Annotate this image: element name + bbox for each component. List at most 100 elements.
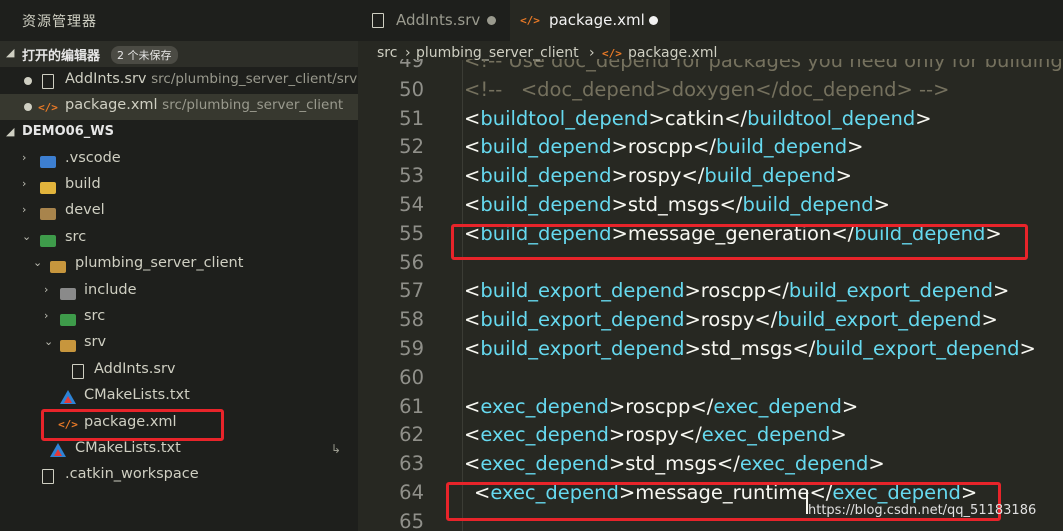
code-line[interactable]: <build_depend>std_msgs</build_depend> — [464, 193, 890, 216]
tree-item-label: include — [84, 282, 137, 298]
open-editor-name: package.xml — [65, 97, 158, 113]
line-number: 62 — [399, 423, 424, 447]
file-icon — [40, 73, 56, 89]
tab-package-xml[interactable]: </> package.xml — [510, 0, 670, 41]
tree-item-label: src — [65, 229, 87, 245]
xml-file-icon: </> — [38, 100, 58, 114]
tag-name: exec_depend — [480, 394, 609, 418]
chevron-down-icon: ◢ — [6, 46, 15, 59]
code-line[interactable]: <!-- <doc_depend>doxygen</doc_depend> --… — [464, 78, 949, 101]
line-number: 55 — [399, 221, 424, 245]
indent-guide — [462, 60, 463, 531]
code-line[interactable]: <exec_depend>rospy</exec_depend> — [464, 423, 847, 446]
tree-item-catkin-workspace[interactable]: .catkin_workspace — [0, 463, 358, 489]
tree-item-src-inner[interactable]: › src — [0, 305, 358, 331]
code-line[interactable]: <exec_depend>roscpp</exec_depend> — [464, 395, 858, 418]
tag-name: build_export_depend — [788, 279, 993, 303]
tab-label: package.xml — [549, 11, 645, 29]
open-editor-item-addints[interactable]: AddInts.srv src/plumbing_server_client/s… — [0, 68, 358, 94]
angle-bracket: </ — [681, 164, 705, 188]
tab-label: AddInts.srv — [396, 11, 481, 29]
angle-bracket: > — [830, 423, 847, 447]
tag-name: build_depend — [704, 164, 836, 188]
code-line[interactable]: <build_export_depend>roscpp</build_expor… — [464, 279, 1009, 302]
line-number: 52 — [399, 135, 424, 159]
line-number: 53 — [399, 164, 424, 188]
highlight-box — [41, 409, 224, 441]
tree-item-plumbing-server-client[interactable]: ⌄ plumbing_server_client — [0, 252, 358, 278]
code-line[interactable]: <build_export_depend>std_msgs</build_exp… — [464, 337, 1036, 360]
tree-item-cmakelists-inner[interactable]: CMakeLists.txt — [0, 384, 358, 410]
tag-name: build_depend — [480, 135, 612, 159]
angle-bracket: </ — [693, 135, 716, 159]
code-editor[interactable]: 49 <!-- Use doc_depend for packages you n… — [358, 59, 1063, 531]
line-number: 54 — [399, 193, 424, 216]
tag-name: build_export_depend — [480, 279, 685, 303]
angle-bracket: > — [684, 308, 701, 332]
tree-item-src[interactable]: ⌄ src — [0, 226, 358, 252]
tag-name: build_export_depend — [480, 308, 685, 332]
tab-addints-srv[interactable]: AddInts.srv — [358, 0, 510, 41]
workspace-section-header[interactable]: ◢ DEMO06_WS — [0, 120, 358, 146]
tag-value: roscpp — [625, 394, 691, 418]
open-editors-label: 打开的编辑器 — [22, 49, 101, 64]
comment-text: <!-- Use doc_depend for packages you nee… — [464, 59, 1063, 72]
tree-item-build[interactable]: › build — [0, 173, 358, 199]
highlight-box — [451, 224, 1028, 260]
tree-item-label: src — [84, 308, 106, 324]
tree-item-label: .catkin_workspace — [65, 466, 199, 482]
tag-name: build_depend — [715, 135, 848, 159]
code-line[interactable]: <build_export_depend>rospy</build_export… — [464, 308, 998, 331]
line-number: 65 — [399, 509, 424, 531]
angle-bracket: > — [841, 394, 859, 418]
line-number: 49 — [399, 59, 424, 72]
line-number: 63 — [399, 452, 424, 476]
angle-bracket: > — [608, 452, 626, 476]
tree-item-vscode[interactable]: › .vscode — [0, 147, 358, 173]
angle-bracket: > — [611, 164, 628, 188]
open-editor-path: src/plumbing_server_client — [162, 97, 344, 113]
angle-bracket: </ — [719, 193, 743, 216]
angle-bracket: > — [992, 279, 1010, 303]
tree-item-addints-srv[interactable]: AddInts.srv — [0, 358, 358, 384]
open-editor-name: AddInts.srv — [65, 71, 147, 87]
angle-bracket: > — [981, 308, 998, 332]
tag-name: exec_depend — [739, 452, 869, 476]
tag-value: rospy — [627, 164, 682, 188]
tree-item-label: .vscode — [65, 150, 121, 166]
code-line[interactable]: <!-- Use doc_depend for packages you nee… — [464, 59, 1063, 72]
open-editors-section-header[interactable]: ◢ 打开的编辑器 2 个未保存 — [0, 41, 358, 67]
angle-bracket: > — [648, 106, 665, 130]
folder-icon — [40, 204, 56, 220]
angle-bracket: > — [608, 423, 626, 447]
code-line[interactable]: <buildtool_depend>catkin</buildtool_depe… — [464, 107, 932, 130]
file-icon — [70, 363, 86, 379]
comment-text: <!-- <doc_depend>doxygen</doc_depend> --… — [464, 77, 950, 101]
cmake-icon — [50, 442, 66, 458]
tree-item-label: build — [65, 176, 101, 192]
tree-item-label: CMakeLists.txt — [75, 440, 181, 456]
tree-item-devel[interactable]: › devel — [0, 199, 358, 225]
code-line[interactable]: <build_depend>roscpp</build_depend> — [464, 135, 863, 158]
code-line[interactable]: <build_depend>rospy</build_depend> — [464, 164, 852, 187]
angle-bracket: </ — [716, 452, 740, 476]
code-line[interactable]: <exec_depend>std_msgs</exec_depend> — [464, 452, 885, 475]
tree-item-label: CMakeLists.txt — [84, 387, 190, 403]
tree-item-srv[interactable]: ⌄ srv — [0, 331, 358, 357]
open-editor-item-package-xml[interactable]: </> package.xml src/plumbing_server_clie… — [0, 94, 358, 120]
line-number: 60 — [399, 365, 424, 389]
src-folder-icon — [60, 310, 76, 326]
workspace-label: DEMO06_WS — [22, 124, 114, 139]
chevron-right-icon: › — [22, 177, 27, 190]
file-icon — [40, 468, 56, 484]
unsaved-dot-icon — [649, 16, 658, 25]
tree-item-include[interactable]: › include — [0, 279, 358, 305]
tag-name: exec_depend — [480, 452, 609, 476]
angle-bracket: </ — [754, 308, 778, 332]
include-folder-icon — [60, 284, 76, 300]
line-number: 59 — [399, 337, 424, 360]
angle-bracket: < — [464, 164, 481, 188]
tag-value: roscpp — [627, 135, 694, 159]
folder-icon — [40, 178, 56, 194]
angle-bracket: > — [847, 135, 864, 159]
